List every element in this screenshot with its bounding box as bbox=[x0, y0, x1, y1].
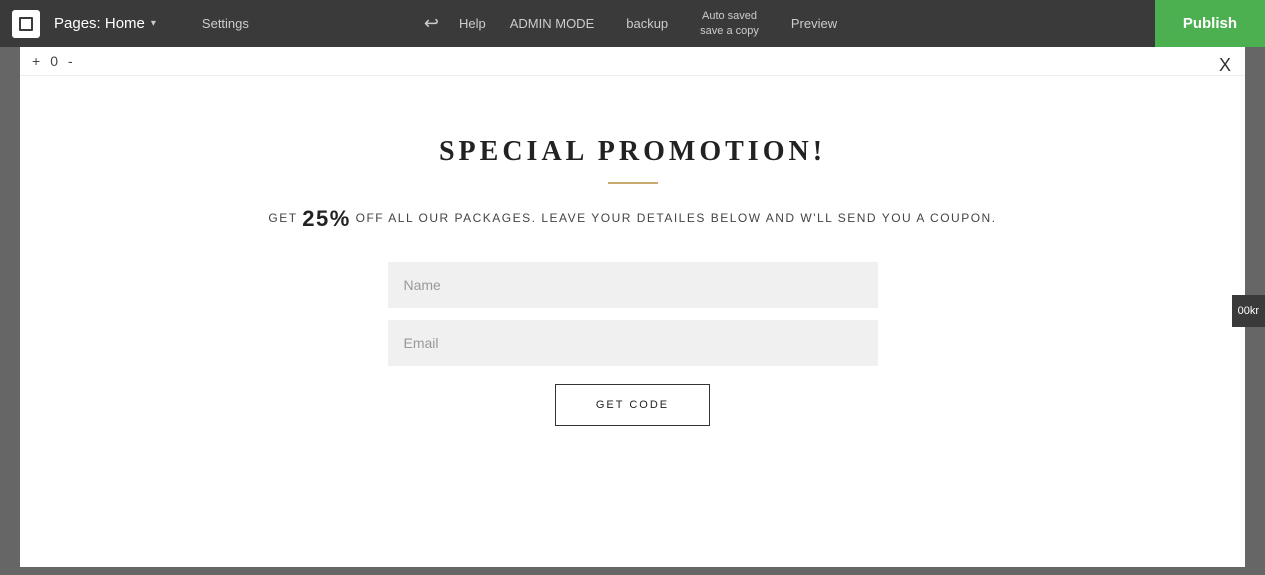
autosave-status: Auto saved save a copy bbox=[684, 9, 775, 38]
topbar-center-controls: ↩ Help ADMIN MODE backup Auto saved save… bbox=[412, 9, 853, 38]
promo-section: SPECIAL PROMOTION! GET 25% OFF ALL OUR P… bbox=[20, 76, 1245, 486]
promo-divider bbox=[608, 182, 658, 184]
canvas-area: + 0 - X SPECIAL PROMOTION! GET 25% OFF A… bbox=[0, 47, 1265, 575]
panel-toolbar-left: + 0 - bbox=[30, 53, 75, 69]
settings-nav-item[interactable]: Settings bbox=[186, 16, 265, 31]
name-input[interactable] bbox=[388, 262, 878, 308]
close-button[interactable]: X bbox=[1219, 55, 1231, 76]
backup-button[interactable]: backup bbox=[610, 16, 684, 31]
autosave-line1: Auto saved bbox=[702, 9, 757, 23]
promo-title: SPECIAL PROMOTION! bbox=[439, 136, 826, 168]
content-panel: + 0 - X SPECIAL PROMOTION! GET 25% OFF A… bbox=[20, 47, 1245, 567]
promo-desc-pre: GET bbox=[268, 211, 297, 225]
preview-button[interactable]: Preview bbox=[775, 16, 853, 31]
promo-description: GET 25% OFF ALL OUR PACKAGES. LEAVE YOUR… bbox=[268, 206, 996, 232]
publish-button[interactable]: Publish bbox=[1155, 0, 1265, 47]
get-code-button[interactable]: GET CODE bbox=[555, 384, 710, 426]
undo-icon[interactable]: ↩ bbox=[412, 13, 451, 34]
chevron-down-icon: ▾ bbox=[151, 18, 156, 29]
admin-mode-label: ADMIN MODE bbox=[494, 16, 611, 31]
zero-label: 0 bbox=[48, 53, 60, 69]
panel-toolbar: + 0 - bbox=[20, 47, 1245, 76]
promo-form: GET CODE bbox=[388, 262, 878, 426]
remove-button[interactable]: - bbox=[66, 53, 75, 69]
pages-title[interactable]: Pages: Home ▾ bbox=[54, 15, 156, 32]
autosave-line2: save a copy bbox=[700, 24, 759, 38]
right-panel-label: 00kr bbox=[1238, 305, 1259, 317]
topbar: Pages: Home ▾ Settings ↩ Help ADMIN MODE… bbox=[0, 0, 1265, 47]
add-button[interactable]: + bbox=[30, 53, 42, 69]
help-nav-item[interactable]: Help bbox=[451, 16, 494, 31]
promo-desc-post: OFF ALL OUR PACKAGES. LEAVE YOUR DETAILE… bbox=[356, 211, 997, 225]
promo-discount: 25% bbox=[302, 206, 351, 231]
pages-title-text: Pages: Home bbox=[54, 15, 145, 32]
right-panel-stub: 00kr bbox=[1232, 295, 1265, 327]
email-input[interactable] bbox=[388, 320, 878, 366]
logo-icon[interactable] bbox=[12, 10, 40, 38]
